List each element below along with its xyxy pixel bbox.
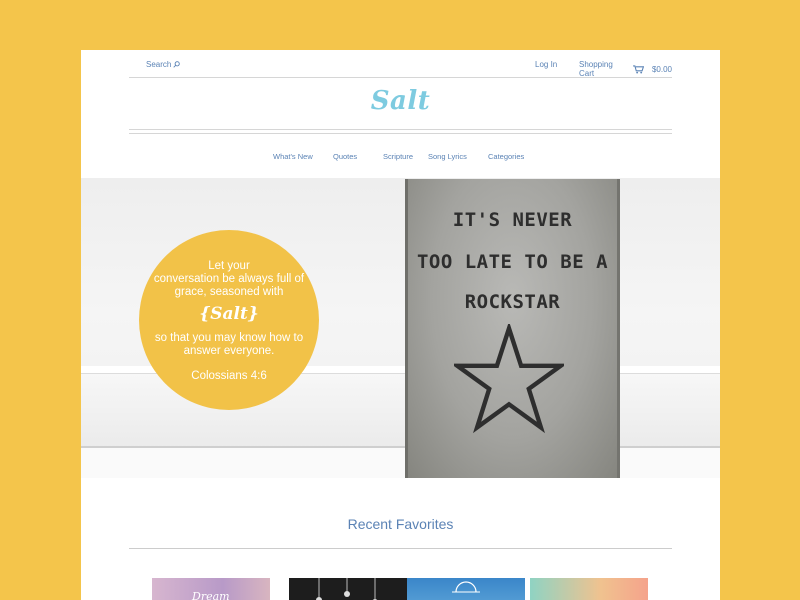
search-label: Search xyxy=(146,60,172,69)
thumb-caption: Dream xyxy=(192,590,230,600)
cart-icon xyxy=(633,64,644,74)
nav-item-whats-new[interactable]: What's New xyxy=(273,152,313,161)
hero-banner: IT'S NEVER TOO LATE TO BE A ROCKSTAR Let… xyxy=(81,178,720,478)
nav-item-scripture[interactable]: Scripture xyxy=(383,152,413,161)
cart-label: Shopping Cart xyxy=(579,60,613,78)
header-divider-2 xyxy=(129,133,672,134)
top-bar: Search Log In Shopping Cart $0.00 xyxy=(129,50,672,78)
verse-salt-word: {Salt} xyxy=(199,304,259,324)
sign-line-2: TOO LATE TO BE A xyxy=(416,251,609,273)
search-link[interactable]: Search xyxy=(146,60,181,69)
verse-line-2: conversation be always full of xyxy=(153,273,305,285)
nav-item-quotes[interactable]: Quotes xyxy=(333,152,357,161)
star-icon xyxy=(454,324,564,434)
nav-item-song-lyrics[interactable]: Song Lyrics xyxy=(428,152,467,161)
shopping-cart-link[interactable]: Shopping Cart $0.00 xyxy=(579,60,672,78)
favorite-thumb-4[interactable] xyxy=(530,578,648,600)
sign-line-1: IT'S NEVER xyxy=(452,209,573,231)
section-divider xyxy=(129,548,672,549)
rockstar-sign-image: IT'S NEVER TOO LATE TO BE A ROCKSTAR xyxy=(405,179,620,478)
verse-circle: Let your conversation be always full of … xyxy=(139,230,319,410)
favorite-thumb-2[interactable] xyxy=(289,578,407,600)
verse-line-1: Let your xyxy=(208,260,250,272)
verse-line-6: answer everyone. xyxy=(183,345,275,357)
favorite-thumb-dream[interactable]: Dream xyxy=(152,578,270,600)
nav-item-categories[interactable]: Categories xyxy=(488,152,524,161)
login-link[interactable]: Log In xyxy=(535,60,557,69)
verse-line-3: grace, seasoned with xyxy=(174,286,284,298)
verse-reference: Colossians 4:6 xyxy=(191,370,267,382)
cart-total: $0.00 xyxy=(651,64,672,74)
page-container: Search Log In Shopping Cart $0.00 Salt W… xyxy=(81,50,720,600)
header-divider xyxy=(129,129,672,130)
hero-bricks xyxy=(81,446,720,478)
recent-favorites-title: Recent Favorites xyxy=(347,516,454,532)
search-icon xyxy=(173,61,181,68)
hanging-bulbs-icon xyxy=(316,578,378,600)
favorite-thumb-3[interactable] xyxy=(407,578,525,600)
sign-line-3: ROCKSTAR xyxy=(464,291,561,313)
sunrise-icon xyxy=(452,581,480,593)
verse-line-5: so that you may know how to xyxy=(154,332,304,344)
site-logo[interactable]: Salt xyxy=(81,86,720,116)
